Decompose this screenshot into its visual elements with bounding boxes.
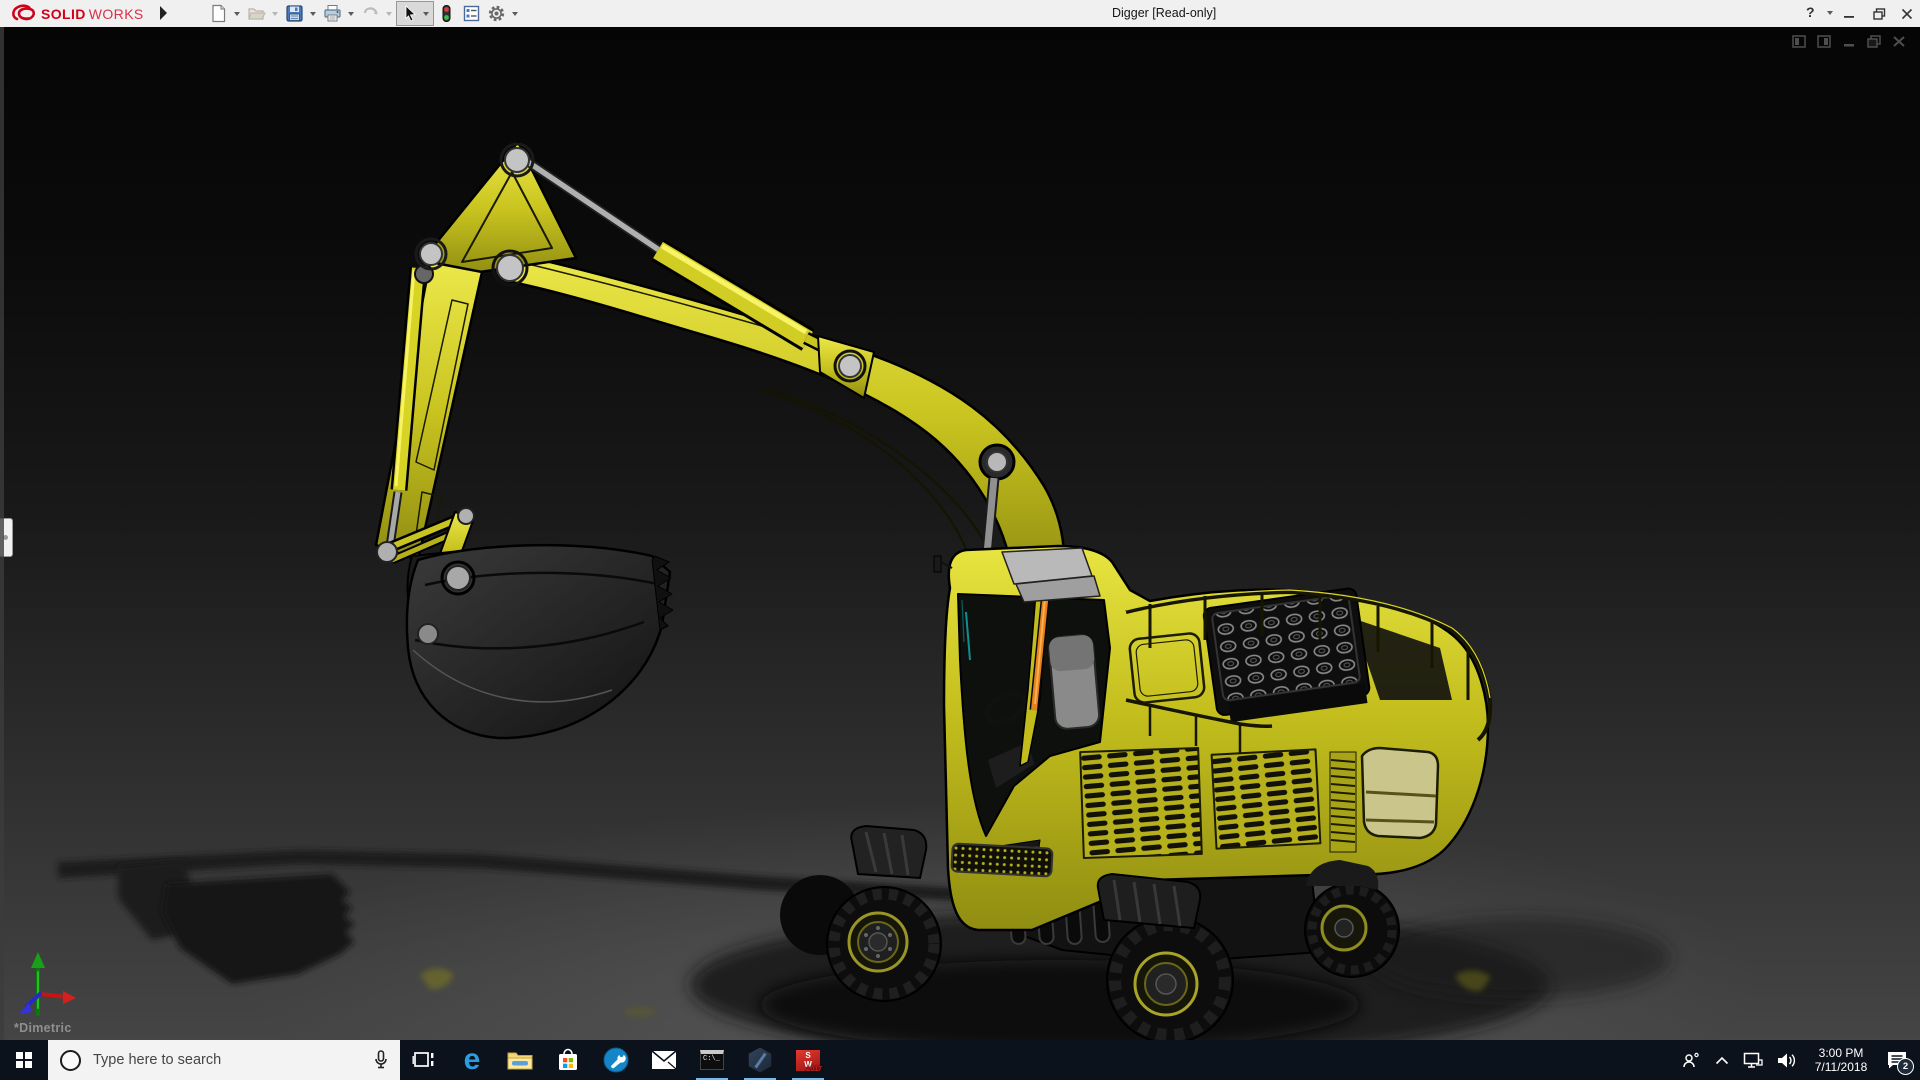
select-cursor-icon (401, 4, 420, 23)
taskbar-search-box[interactable] (48, 1040, 400, 1080)
save-caret-icon[interactable] (310, 12, 316, 16)
wheel-rear-right (1305, 883, 1399, 977)
options-caret-icon[interactable] (512, 12, 518, 16)
solidworks-year-label: 2017 (806, 1065, 822, 1074)
action-center-button[interactable]: 2 (1878, 1040, 1920, 1080)
viewport-3d-canvas[interactable]: *Dimetric (0, 27, 1920, 1040)
open-button[interactable] (244, 1, 269, 26)
solidworks-2017-button[interactable]: SW 2017 (784, 1040, 832, 1080)
viewport-left-edge (0, 27, 4, 1040)
undo-caret-icon[interactable] (386, 12, 392, 16)
notification-badge: 2 (1897, 1058, 1914, 1075)
pane-left-icon[interactable] (1791, 35, 1806, 48)
main-toolbar (206, 0, 522, 27)
minimize-button[interactable] (1838, 4, 1860, 23)
open-folder-icon (247, 4, 266, 23)
undo-icon (361, 4, 380, 23)
print-icon (323, 4, 342, 23)
save-icon (285, 4, 304, 23)
network-button[interactable] (1736, 1040, 1770, 1080)
hexagon-app-icon (748, 1048, 773, 1073)
window-title: Digger [Read-only] (1112, 6, 1216, 20)
people-button[interactable] (1674, 1040, 1708, 1080)
solidworks-2017-icon: SW 2017 (796, 1050, 820, 1071)
doc-close-icon[interactable] (1891, 35, 1906, 48)
chevron-up-icon (1715, 1056, 1729, 1065)
volume-button[interactable] (1770, 1040, 1804, 1080)
start-button[interactable] (0, 1040, 48, 1080)
tray-overflow-button[interactable] (1708, 1040, 1736, 1080)
excavator-scene (0, 27, 1920, 1040)
ds-logo-icon (10, 3, 38, 24)
taskbar-clock[interactable]: 3:00 PM 7/11/2018 (1804, 1046, 1878, 1075)
network-icon (1743, 1052, 1763, 1069)
pane-right-icon[interactable] (1816, 35, 1831, 48)
wheel-front-right (1107, 917, 1233, 1040)
windows-logo-icon (16, 1052, 33, 1069)
mail-button[interactable] (640, 1040, 688, 1080)
wheel-front-left (827, 887, 941, 1001)
print-caret-icon[interactable] (348, 12, 354, 16)
close-button[interactable] (1896, 4, 1918, 23)
document-window-controls (1791, 35, 1906, 48)
windows-taskbar: e C:\_ (0, 1040, 1920, 1080)
edge-button[interactable]: e (448, 1040, 496, 1080)
select-tool-button[interactable] (396, 1, 434, 26)
orientation-triad (19, 952, 76, 1014)
hexagon-app-button[interactable] (736, 1040, 784, 1080)
open-caret-icon[interactable] (272, 12, 278, 16)
clock-time: 3:00 PM (1808, 1046, 1874, 1061)
help-caret-icon[interactable] (1827, 11, 1833, 15)
people-icon (1681, 1051, 1701, 1069)
store-icon (557, 1048, 579, 1072)
volume-icon (1777, 1052, 1797, 1069)
doc-restore-icon[interactable] (1866, 35, 1881, 48)
help-button[interactable]: ? (1806, 4, 1815, 20)
store-button[interactable] (544, 1040, 592, 1080)
mail-icon (651, 1050, 677, 1070)
rebuild-traffic-light-icon (437, 4, 456, 23)
restore-button[interactable] (1868, 4, 1890, 23)
file-explorer-icon (507, 1049, 533, 1071)
microphone-icon[interactable] (374, 1050, 388, 1070)
new-document-button[interactable] (206, 1, 231, 26)
excavator-bucket (377, 508, 673, 738)
file-properties-icon (462, 4, 481, 23)
view-orientation-label: *Dimetric (14, 1021, 72, 1035)
new-caret-icon[interactable] (234, 12, 240, 16)
new-document-icon (209, 4, 228, 23)
titlebar: SOLIDWORKS Digger [Read- (0, 0, 1920, 27)
undo-button[interactable] (358, 1, 383, 26)
system-tray: 3:00 PM 7/11/2018 2 (1674, 1040, 1920, 1080)
command-prompt-button[interactable]: C:\_ (688, 1040, 736, 1080)
print-button[interactable] (320, 1, 345, 26)
task-view-button[interactable] (400, 1040, 448, 1080)
doc-minimize-icon[interactable] (1841, 35, 1856, 48)
solidworks-logo: SOLIDWORKS (10, 2, 144, 25)
task-view-icon (412, 1049, 436, 1071)
cortana-icon (60, 1050, 81, 1071)
save-button[interactable] (282, 1, 307, 26)
file-explorer-button[interactable] (496, 1040, 544, 1080)
brand-text-light: WORKS (89, 6, 144, 22)
select-caret-icon[interactable] (423, 12, 429, 16)
rebuild-button[interactable] (434, 1, 459, 26)
command-prompt-icon: C:\_ (700, 1050, 724, 1070)
wrench-circle-icon (603, 1047, 629, 1073)
excavator-boom (376, 142, 1064, 584)
options-gear-icon (487, 4, 506, 23)
search-input[interactable] (91, 1051, 374, 1069)
menu-flyout-arrow[interactable] (160, 6, 167, 20)
rear-grille (1330, 752, 1356, 852)
engine-block (1203, 588, 1372, 724)
brand-text-bold: SOLID (41, 6, 86, 22)
clock-date: 7/11/2018 (1808, 1060, 1874, 1075)
edge-icon: e (464, 1046, 481, 1074)
options-button[interactable] (484, 1, 509, 26)
tools-app-button[interactable] (592, 1040, 640, 1080)
file-properties-button[interactable] (459, 1, 484, 26)
